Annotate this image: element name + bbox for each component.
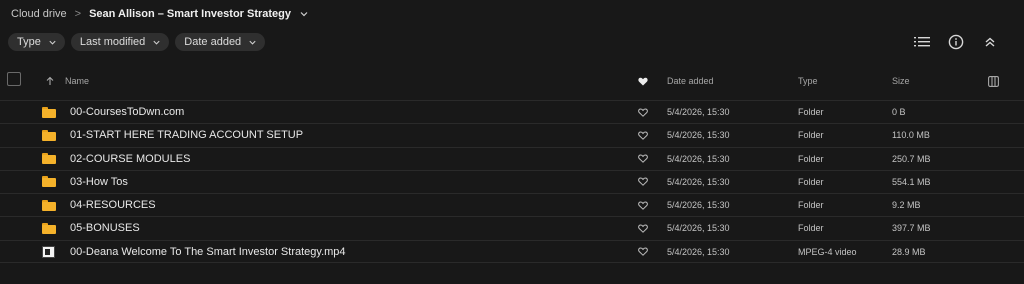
- file-type: Folder: [798, 176, 824, 187]
- breadcrumb-separator: >: [74, 8, 82, 20]
- file-name[interactable]: 00-CoursesToDwn.com: [70, 101, 184, 123]
- file-date-added: 5/4/2026, 15:30: [667, 153, 730, 164]
- view-actions: [914, 34, 998, 50]
- column-settings-icon[interactable]: [988, 66, 999, 96]
- breadcrumb-current-folder[interactable]: Sean Allison – Smart Investor Strategy: [89, 8, 291, 20]
- column-header-date-added[interactable]: Date added: [667, 66, 714, 96]
- column-header-size[interactable]: Size: [892, 66, 910, 96]
- file-name[interactable]: 02-COURSE MODULES: [70, 148, 190, 170]
- file-size: 554.1 MB: [892, 176, 931, 187]
- filter-bar: Type Last modified Date added: [8, 33, 266, 51]
- chevron-down-icon: [248, 38, 257, 47]
- file-date-added: 5/4/2026, 15:30: [667, 200, 730, 211]
- column-header-name[interactable]: Name: [65, 66, 89, 96]
- filter-label: Date added: [184, 36, 242, 48]
- file-type: MPEG-4 video: [798, 246, 857, 257]
- file-name[interactable]: 03-How Tos: [70, 171, 128, 193]
- file-name[interactable]: 04-RESOURCES: [70, 194, 156, 216]
- file-type: Folder: [798, 223, 824, 234]
- table-header: Name Date added Type Size: [0, 66, 1024, 96]
- heart-icon[interactable]: [638, 217, 648, 239]
- file-size: 28.9 MB: [892, 246, 926, 257]
- filter-date-added[interactable]: Date added: [175, 33, 266, 51]
- collapse-icon[interactable]: [982, 34, 998, 50]
- sort-arrow-up-icon[interactable]: [45, 66, 55, 96]
- file-size: 110.0 MB: [892, 130, 930, 141]
- filter-last-modified[interactable]: Last modified: [70, 33, 170, 51]
- chevron-down-icon: [152, 38, 161, 47]
- heart-icon[interactable]: [638, 194, 648, 216]
- folder-icon: [42, 194, 56, 216]
- column-header-type[interactable]: Type: [798, 66, 818, 96]
- file-name[interactable]: 00-Deana Welcome To The Smart Investor S…: [70, 241, 346, 263]
- table-row[interactable]: 01-START HERE TRADING ACCOUNT SETUP 5/4/2…: [0, 123, 1024, 146]
- file-size: 0 B: [892, 107, 906, 117]
- file-name[interactable]: 01-START HERE TRADING ACCOUNT SETUP: [70, 124, 303, 146]
- file-list: 00-CoursesToDwn.com 5/4/2026, 15:30 Folder…: [0, 100, 1024, 264]
- table-row[interactable]: 05-BONUSES 5/4/2026, 15:30 Folder 397.7 MB: [0, 216, 1024, 239]
- table-row[interactable]: 02-COURSE MODULES 5/4/2026, 15:30 Folder 25…: [0, 146, 1024, 170]
- list-view-icon[interactable]: [914, 34, 930, 50]
- file-size: 9.2 MB: [892, 200, 921, 211]
- file-date-added: 5/4/2026, 15:30: [667, 246, 730, 257]
- folder-icon: [42, 217, 56, 239]
- filter-label: Type: [17, 36, 41, 48]
- info-icon[interactable]: [948, 34, 964, 50]
- file-size: 397.7 MB: [892, 223, 931, 234]
- heart-icon[interactable]: [638, 124, 648, 146]
- filter-label: Last modified: [79, 36, 146, 48]
- file-type: Folder: [798, 107, 824, 117]
- file-date-added: 5/4/2026, 15:30: [667, 223, 730, 234]
- heart-icon[interactable]: [638, 241, 648, 263]
- folder-icon: [42, 148, 56, 170]
- heart-icon[interactable]: [638, 101, 648, 123]
- heart-icon[interactable]: [638, 171, 648, 193]
- table-row[interactable]: 03-How Tos 5/4/2026, 15:30 Folder 554.1 MB: [0, 169, 1024, 193]
- file-date-added: 5/4/2026, 15:30: [667, 107, 730, 117]
- breadcrumb: Cloud drive > Sean Allison – Smart Inves…: [11, 6, 309, 22]
- file-type: Folder: [798, 153, 824, 164]
- file-name[interactable]: 05-BONUSES: [70, 217, 140, 239]
- heart-icon[interactable]: [638, 148, 648, 170]
- file-size: 250.7 MB: [892, 153, 931, 164]
- folder-icon: [42, 124, 56, 146]
- breadcrumb-root[interactable]: Cloud drive: [11, 8, 67, 20]
- table-row[interactable]: 00-Deana Welcome To The Smart Investor S…: [0, 239, 1024, 264]
- filter-type[interactable]: Type: [8, 33, 65, 51]
- chevron-down-icon: [48, 38, 57, 47]
- video-thumbnail-icon: [42, 241, 55, 263]
- table-row[interactable]: 04-RESOURCES 5/4/2026, 15:30 Folder 9.2 MB: [0, 193, 1024, 216]
- chevron-down-icon[interactable]: [299, 9, 309, 19]
- folder-icon: [42, 171, 56, 193]
- file-date-added: 5/4/2026, 15:30: [667, 130, 730, 141]
- favourite-column-heart-icon[interactable]: [638, 66, 648, 96]
- table-row[interactable]: 00-CoursesToDwn.com 5/4/2026, 15:30 Folder…: [0, 100, 1024, 123]
- file-type: Folder: [798, 200, 824, 211]
- file-date-added: 5/4/2026, 15:30: [667, 176, 730, 187]
- file-type: Folder: [798, 130, 824, 141]
- folder-icon: [42, 101, 56, 123]
